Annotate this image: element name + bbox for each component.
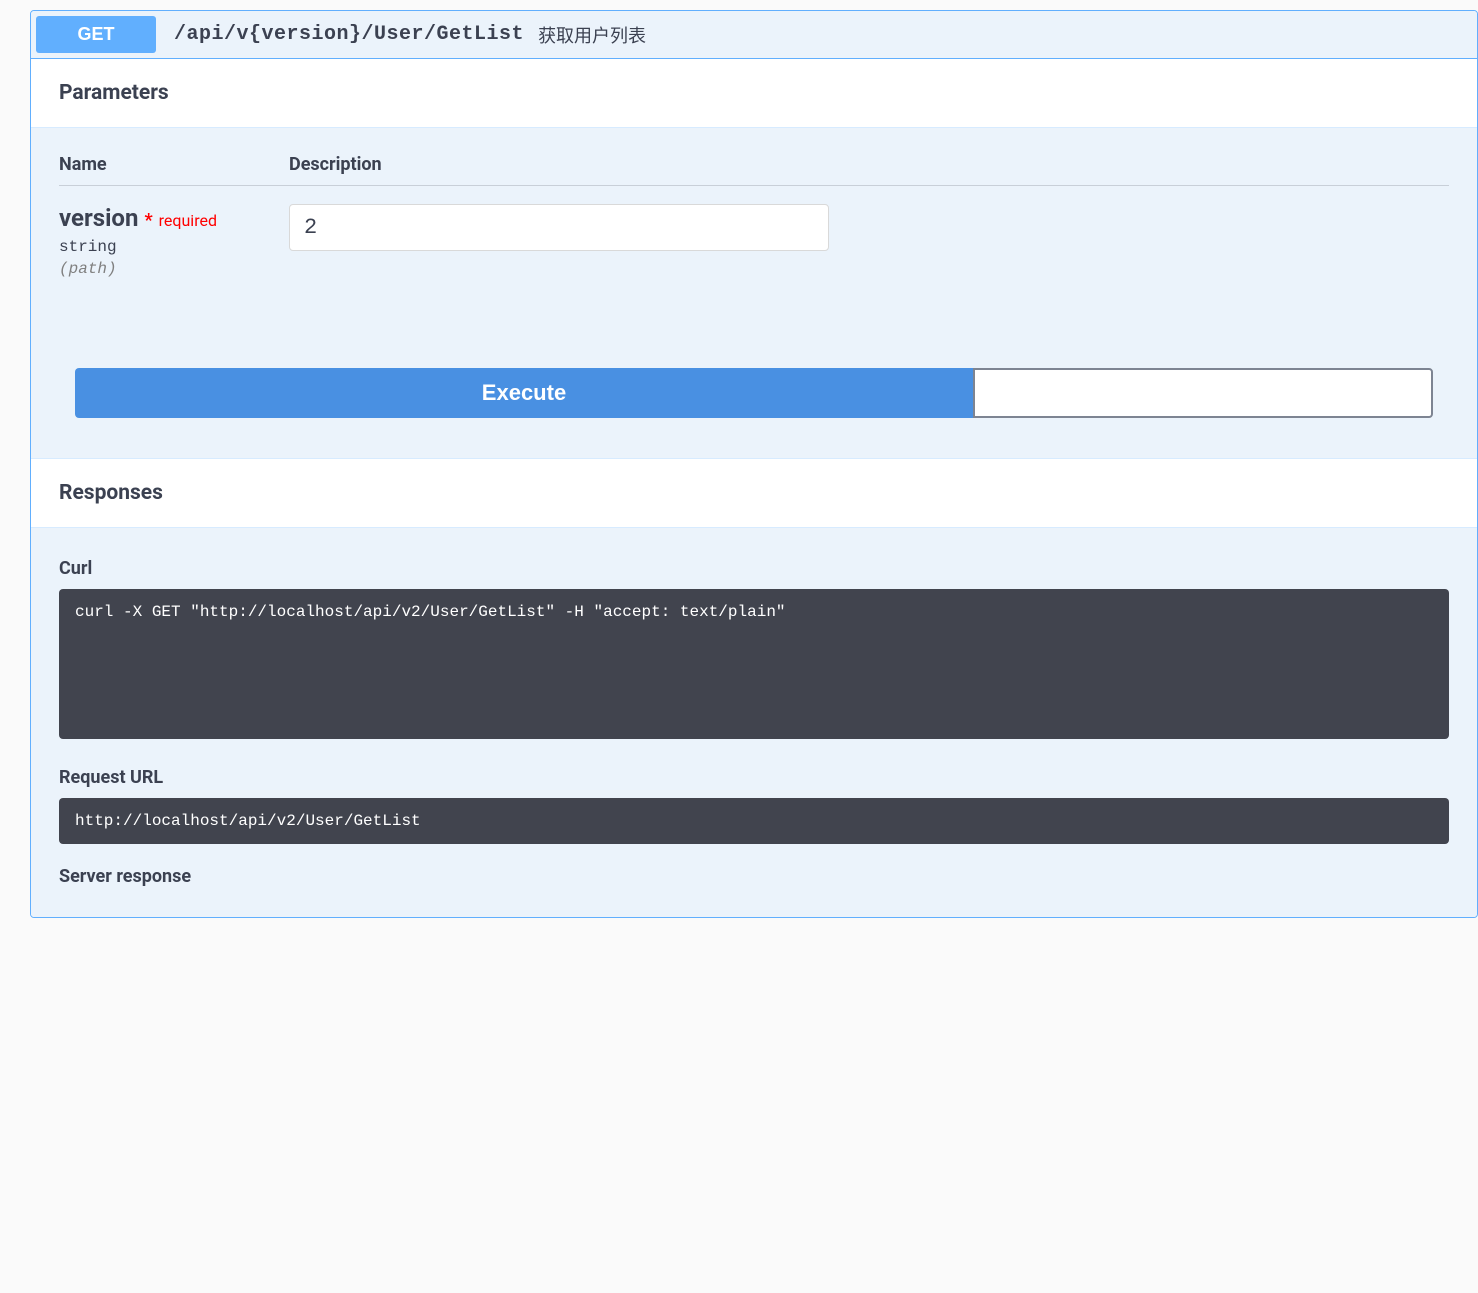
- operation-summary-bar[interactable]: GET /api/v{version}/User/GetList 获取用户列表: [31, 11, 1477, 59]
- param-name-label: version: [59, 204, 138, 232]
- request-url-block[interactable]: http://localhost/api/v2/User/GetList: [59, 798, 1449, 844]
- parameters-area: Name Description version * required stri…: [31, 128, 1477, 458]
- param-type-label: string: [59, 238, 289, 256]
- param-column-description-header: Description: [289, 154, 382, 175]
- clear-button[interactable]: [973, 368, 1433, 418]
- required-star-icon: *: [144, 210, 152, 231]
- api-operation-block: GET /api/v{version}/User/GetList 获取用户列表 …: [30, 10, 1478, 918]
- param-value-input[interactable]: [289, 204, 829, 251]
- param-location-label: (path): [59, 260, 289, 278]
- execute-button[interactable]: Execute: [75, 368, 973, 418]
- operation-description: 获取用户列表: [538, 22, 646, 48]
- curl-heading: Curl: [59, 558, 1449, 579]
- responses-section-title: Responses: [31, 458, 1477, 528]
- responses-body: Curl curl -X GET "http://localhost/api/v…: [31, 528, 1477, 917]
- http-method-badge: GET: [36, 16, 156, 53]
- server-response-heading: Server response: [59, 866, 1449, 887]
- curl-code-block[interactable]: curl -X GET "http://localhost/api/v2/Use…: [59, 589, 1449, 739]
- param-column-name-header: Name: [59, 154, 289, 175]
- operation-path: /api/v{version}/User/GetList: [174, 23, 524, 46]
- param-row-version: version * required string (path): [59, 204, 1449, 278]
- parameters-section-title: Parameters: [31, 59, 1477, 128]
- request-url-heading: Request URL: [59, 767, 1449, 788]
- required-text: required: [159, 211, 217, 230]
